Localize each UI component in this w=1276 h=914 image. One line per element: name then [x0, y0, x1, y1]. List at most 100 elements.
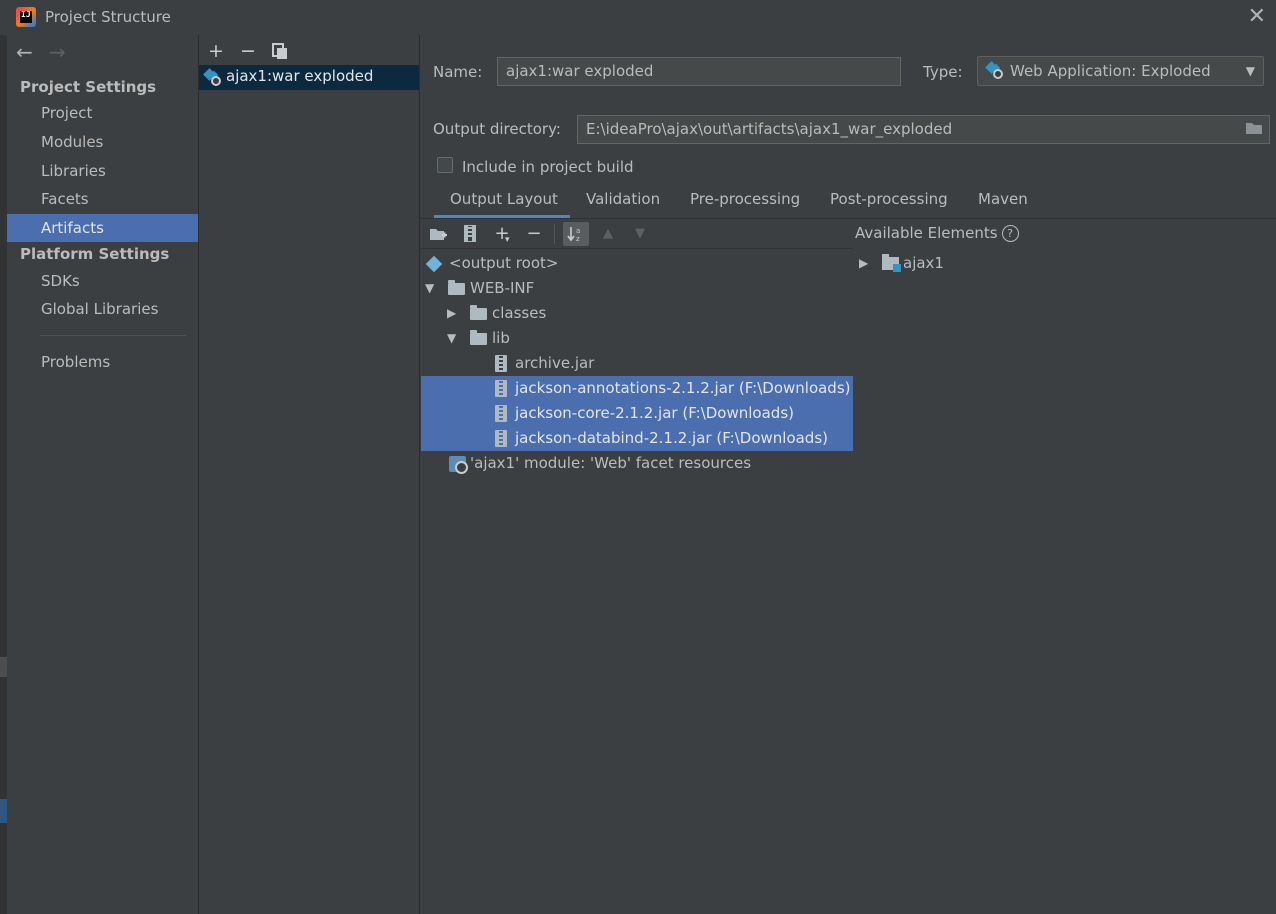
include-build-checkbox[interactable] — [437, 157, 453, 173]
folder-icon — [470, 305, 487, 320]
sort-alpha-icon: az — [567, 227, 580, 243]
intellij-logo-icon: IJ — [16, 7, 36, 27]
output-directory-field[interactable]: E:\ideaPro\ajax\out\artifacts\ajax1_war_… — [577, 115, 1270, 144]
sort-elements-button[interactable]: az — [563, 222, 589, 246]
web-facet-icon — [449, 456, 468, 474]
sidebar-item-global-libraries[interactable]: Global Libraries — [7, 295, 198, 323]
sidebar-item-facets[interactable]: Facets — [7, 185, 198, 213]
add-artifact-button[interactable]: + — [204, 39, 228, 63]
available-item-module[interactable]: ▶ ajax1 — [855, 251, 1275, 276]
project-settings-header: Project Settings — [20, 78, 157, 96]
type-label: Type: — [923, 63, 963, 81]
available-elements-header: Available Elements? — [855, 224, 1019, 242]
new-directory-button[interactable] — [425, 222, 451, 246]
tree-row-jar[interactable]: jackson-core-2.1.2.jar (F:\Downloads) — [421, 401, 853, 426]
artifacts-list-panel: + − ajax1:war exploded — [199, 35, 419, 914]
tree-label: lib — [492, 329, 510, 347]
edge-marker — [0, 799, 7, 823]
tab-maven[interactable]: Maven — [978, 190, 1028, 208]
sidebar-item-project[interactable]: Project — [7, 99, 198, 127]
copy-artifact-button[interactable] — [268, 39, 292, 63]
tree-row-web-inf[interactable]: ▼ WEB-INF — [421, 276, 853, 301]
output-directory-value: E:\ideaPro\ajax\out\artifacts\ajax1_war_… — [586, 120, 953, 138]
close-icon[interactable]: ✕ — [1248, 4, 1266, 29]
window-title: Project Structure — [45, 8, 171, 26]
sidebar-item-problems[interactable]: Problems — [7, 348, 198, 376]
web-artifact-icon — [203, 68, 222, 87]
new-folder-icon — [430, 229, 447, 240]
web-app-icon — [985, 61, 1004, 80]
sidebar-separator — [40, 335, 186, 336]
platform-settings-header: Platform Settings — [20, 245, 170, 263]
remove-element-button[interactable]: − — [521, 222, 547, 246]
sidebar-item-libraries[interactable]: Libraries — [7, 157, 198, 185]
forward-arrow-icon[interactable]: → — [49, 40, 66, 64]
jar-icon — [495, 430, 507, 447]
tree-label: 'ajax1' module: 'Web' facet resources — [470, 454, 752, 472]
tree-label: <output root> — [449, 254, 559, 272]
dropdown-triangle-icon: ▾ — [505, 235, 510, 245]
tab-output-layout[interactable]: Output Layout — [450, 190, 558, 208]
title-bar: IJ Project Structure ✕ — [0, 0, 1276, 35]
sidebar-item-modules[interactable]: Modules — [7, 128, 198, 156]
artifact-config-panel: Name: ajax1:war exploded Type: Web Appli… — [421, 35, 1276, 914]
tree-label: jackson-annotations-2.1.2.jar (F:\Downlo… — [515, 379, 851, 397]
browse-folder-icon[interactable] — [1245, 121, 1263, 135]
move-down-button[interactable]: ▼ — [627, 222, 653, 246]
collapsed-triangle-icon[interactable]: ▶ — [859, 251, 868, 276]
tree-row-lib[interactable]: ▼ lib — [421, 326, 853, 351]
jar-icon — [495, 380, 507, 397]
type-dropdown[interactable]: Web Application: Exploded ▼ — [977, 56, 1264, 86]
background-window-edge — [0, 35, 7, 914]
back-arrow-icon[interactable]: ← — [16, 40, 33, 64]
tree-row-classes[interactable]: ▶ classes — [421, 301, 853, 326]
remove-artifact-button[interactable]: − — [236, 39, 260, 63]
sidebar-item-artifacts[interactable]: Artifacts — [7, 214, 198, 242]
help-icon[interactable]: ? — [1001, 225, 1019, 242]
folder-icon — [470, 330, 487, 345]
add-copy-button[interactable]: + ▾ — [489, 222, 515, 246]
create-archive-button[interactable] — [457, 222, 483, 246]
tree-label: classes — [492, 304, 547, 322]
tree-label: jackson-core-2.1.2.jar (F:\Downloads) — [515, 404, 794, 422]
tree-label: ajax1 — [903, 254, 944, 272]
jar-icon — [495, 405, 507, 422]
tree-row-jar[interactable]: jackson-annotations-2.1.2.jar (F:\Downlo… — [421, 376, 853, 401]
edge-marker — [0, 657, 7, 677]
output-root-icon — [425, 255, 443, 273]
tree-label: jackson-databind-2.1.2.jar (F:\Downloads… — [515, 429, 829, 447]
tab-post-processing[interactable]: Post-processing — [830, 190, 948, 208]
copy-icon — [272, 43, 287, 59]
collapsed-triangle-icon[interactable]: ▶ — [447, 301, 456, 326]
tree-row-output-root[interactable]: <output root> — [421, 251, 853, 276]
name-label: Name: — [433, 63, 483, 81]
toolbar-separator — [554, 224, 555, 244]
expanded-triangle-icon[interactable]: ▼ — [447, 326, 456, 351]
chevron-down-icon: ▼ — [1245, 64, 1255, 78]
sidebar-item-sdks[interactable]: SDKs — [7, 267, 198, 295]
folder-icon — [448, 280, 465, 295]
tab-validation[interactable]: Validation — [586, 190, 660, 208]
output-directory-label: Output directory: — [433, 120, 561, 138]
move-up-button[interactable]: ▲ — [595, 222, 621, 246]
tree-row-jar[interactable]: archive.jar — [421, 351, 853, 376]
artifact-row[interactable]: ajax1:war exploded — [199, 65, 419, 90]
archive-icon — [464, 225, 476, 242]
svg-text:z: z — [576, 235, 580, 243]
divider — [419, 35, 420, 914]
tab-pre-processing[interactable]: Pre-processing — [690, 190, 800, 208]
svg-text:a: a — [576, 227, 580, 235]
expanded-triangle-icon[interactable]: ▼ — [425, 276, 434, 301]
tree-row-jar[interactable]: jackson-databind-2.1.2.jar (F:\Downloads… — [421, 426, 853, 451]
module-icon — [882, 254, 901, 272]
artifact-label: ajax1:war exploded — [226, 67, 374, 85]
jar-icon — [495, 355, 507, 372]
name-field[interactable]: ajax1:war exploded — [497, 57, 901, 86]
tree-label: WEB-INF — [470, 279, 535, 297]
type-value: Web Application: Exploded — [1010, 62, 1211, 80]
tree-label: archive.jar — [515, 354, 595, 372]
include-build-label: Include in project build — [462, 158, 634, 176]
tree-row-facet-resources[interactable]: 'ajax1' module: 'Web' facet resources — [421, 451, 853, 476]
output-layout-toolbar: + ▾ − az ▲ ▼ — [421, 219, 853, 249]
settings-sidebar: ← → Project Settings Project Modules Lib… — [7, 35, 198, 914]
